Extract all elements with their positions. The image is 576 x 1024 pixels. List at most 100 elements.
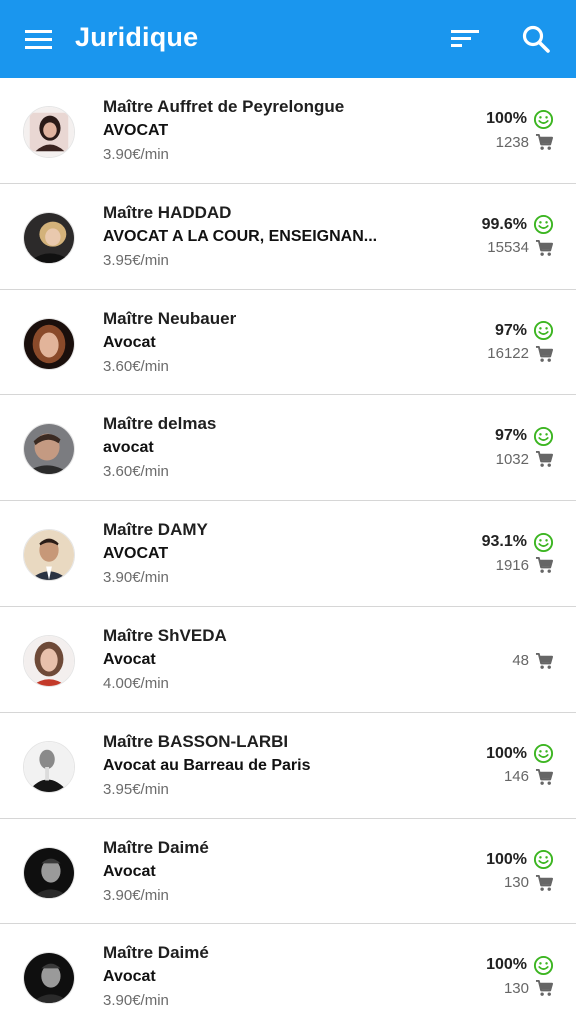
lawyer-name: Maître Daimé [103,837,209,857]
rating-value: 97% [494,427,527,445]
lawyer-role: AVOCAT A LA COUR, ENSEIGNAN... [103,227,378,245]
lawyer-row[interactable]: Maître ShVEDA Avocat 4.00€/min 48 [0,607,576,713]
smiley-icon [533,109,554,129]
avatar [23,211,75,264]
avatar [23,317,75,370]
cart-icon [535,239,554,256]
cart-icon [535,345,554,362]
avatar [23,423,75,476]
smiley-icon [533,321,554,341]
lawyer-list: Maître Auffret de Peyrelongue AVOCAT 3.90€… [0,78,576,1024]
lawyer-name: Maître Daimé [103,943,209,963]
lawyer-stats: 97% 1032 [424,425,554,470]
consultation-count: 1032 [495,450,529,468]
lawyer-info: Maître delmas avocat 3.60€/min [103,413,433,483]
lawyer-info: Maître DAMY AVOCAT 3.90€/min [103,519,433,589]
rating-value: 100% [486,110,527,127]
lawyer-name: Maître DAMY [103,520,208,540]
lawyer-name: Maître Auffret de Peyrelongue [103,97,345,116]
lawyer-stats: 100% 1238 [424,108,554,153]
lawyer-info: Maître Neubauer Avocat 3.60€/min [103,308,433,378]
lawyer-row[interactable]: Maître Daimé Avocat 3.90€/min 100% 130 [0,924,576,1024]
lawyer-stats: 100% 130 [424,954,554,999]
menu-icon[interactable] [20,24,58,54]
smiley-icon [533,744,554,764]
rating-value: 100% [486,956,527,974]
lawyer-row[interactable]: Maître delmas avocat 3.60€/min 97% 1032 [0,395,576,502]
lawyer-price: 3.95€/min [103,251,169,269]
consultation-count: 16122 [487,345,529,363]
cart-icon [535,652,554,669]
lawyer-role: Avocat [103,968,156,986]
cart-icon [535,557,554,574]
lawyer-row[interactable]: Maître DAMY AVOCAT 3.90€/min 93.1% 1916 [0,501,576,607]
lawyer-role: AVOCAT [103,545,169,563]
lawyer-role: avocat [103,439,154,457]
smiley-icon [533,426,554,446]
rating-value: 97% [494,321,527,339]
lawyer-stats: 99.6% 15534 [424,214,554,259]
lawyer-info: Maître Auffret de Peyrelongue AVOCAT 3.90€… [103,96,433,166]
lawyer-row[interactable]: Maître BASSON-LARBI Avocat au Barreau de … [0,713,576,819]
lawyer-price: 3.90€/min [103,569,169,587]
lawyer-name: Maître BASSON-LARBI [103,731,289,751]
lawyer-price: 3.60€/min [103,463,169,481]
rating-value: 99.6% [481,215,527,233]
consultation-count: 1916 [495,556,529,574]
consultation-count: 130 [503,979,529,997]
avatar [23,529,75,582]
cart-icon [535,451,554,468]
lawyer-stats: 48 [424,649,554,672]
rating-value: 93.1% [481,533,527,551]
lawyer-info: Maître BASSON-LARBI Avocat au Barreau de … [103,731,433,801]
consultation-count: 15534 [487,239,529,257]
rating-value: 100% [486,850,527,868]
app-bar: Juridique [0,0,576,78]
lawyer-info: Maître ShVEDA Avocat 4.00€/min [103,625,433,695]
lawyer-info: Maître HADDAD AVOCAT A LA COUR, ENSEIGNAN… [103,202,433,272]
lawyer-price: 4.00€/min [103,674,169,692]
rating-value: 100% [486,744,527,762]
lawyer-price: 3.90€/min [103,992,169,1010]
lawyer-stats: 93.1% 1916 [424,531,554,576]
avatar [23,106,75,158]
cart-icon [535,133,554,150]
smiley-icon [533,532,554,552]
search-icon[interactable] [517,22,555,56]
lawyer-info: Maître Daimé Avocat 3.90€/min [103,837,433,907]
lawyer-row[interactable]: Maître HADDAD AVOCAT A LA COUR, ENSEIGNAN… [0,184,576,290]
smiley-icon [533,850,554,870]
lawyer-info: Maître Daimé Avocat 3.90€/min [103,942,433,1012]
avatar [23,952,75,1005]
cart-icon [535,874,554,891]
smiley-icon [533,215,554,235]
lawyer-name: Maître delmas [103,414,217,434]
consultation-count: 130 [503,874,529,892]
lawyer-name: Maître Neubauer [103,308,237,328]
lawyer-role: AVOCAT [103,122,169,139]
lawyer-name: Maître ShVEDA [103,625,227,645]
lawyer-price: 3.95€/min [103,780,169,798]
lawyer-role: Avocat [103,650,156,668]
cart-icon [535,768,554,785]
avatar [23,634,75,687]
lawyer-role: Avocat [103,862,156,880]
avatar [23,846,75,899]
lawyer-stats: 100% 130 [424,849,554,894]
lawyer-price: 3.90€/min [103,886,169,904]
sort-icon[interactable] [445,24,483,54]
lawyer-stats: 97% 16122 [424,320,554,365]
lawyer-stats: 100% 146 [424,743,554,788]
consultation-count: 1238 [495,133,529,151]
lawyer-role: Avocat [103,333,156,351]
lawyer-role: Avocat au Barreau de Paris [103,756,311,774]
smiley-icon [533,955,554,975]
lawyer-name: Maître HADDAD [103,202,232,222]
lawyer-price: 3.60€/min [103,357,169,375]
lawyer-row[interactable]: Maître Daimé Avocat 3.90€/min 100% 130 [0,819,576,925]
lawyer-row[interactable]: Maître Neubauer Avocat 3.60€/min 97% 16122 [0,290,576,396]
avatar [23,740,75,793]
lawyer-price: 3.90€/min [103,146,169,163]
cart-icon [535,980,554,997]
lawyer-row[interactable]: Maître Auffret de Peyrelongue AVOCAT 3.90€… [0,78,576,184]
